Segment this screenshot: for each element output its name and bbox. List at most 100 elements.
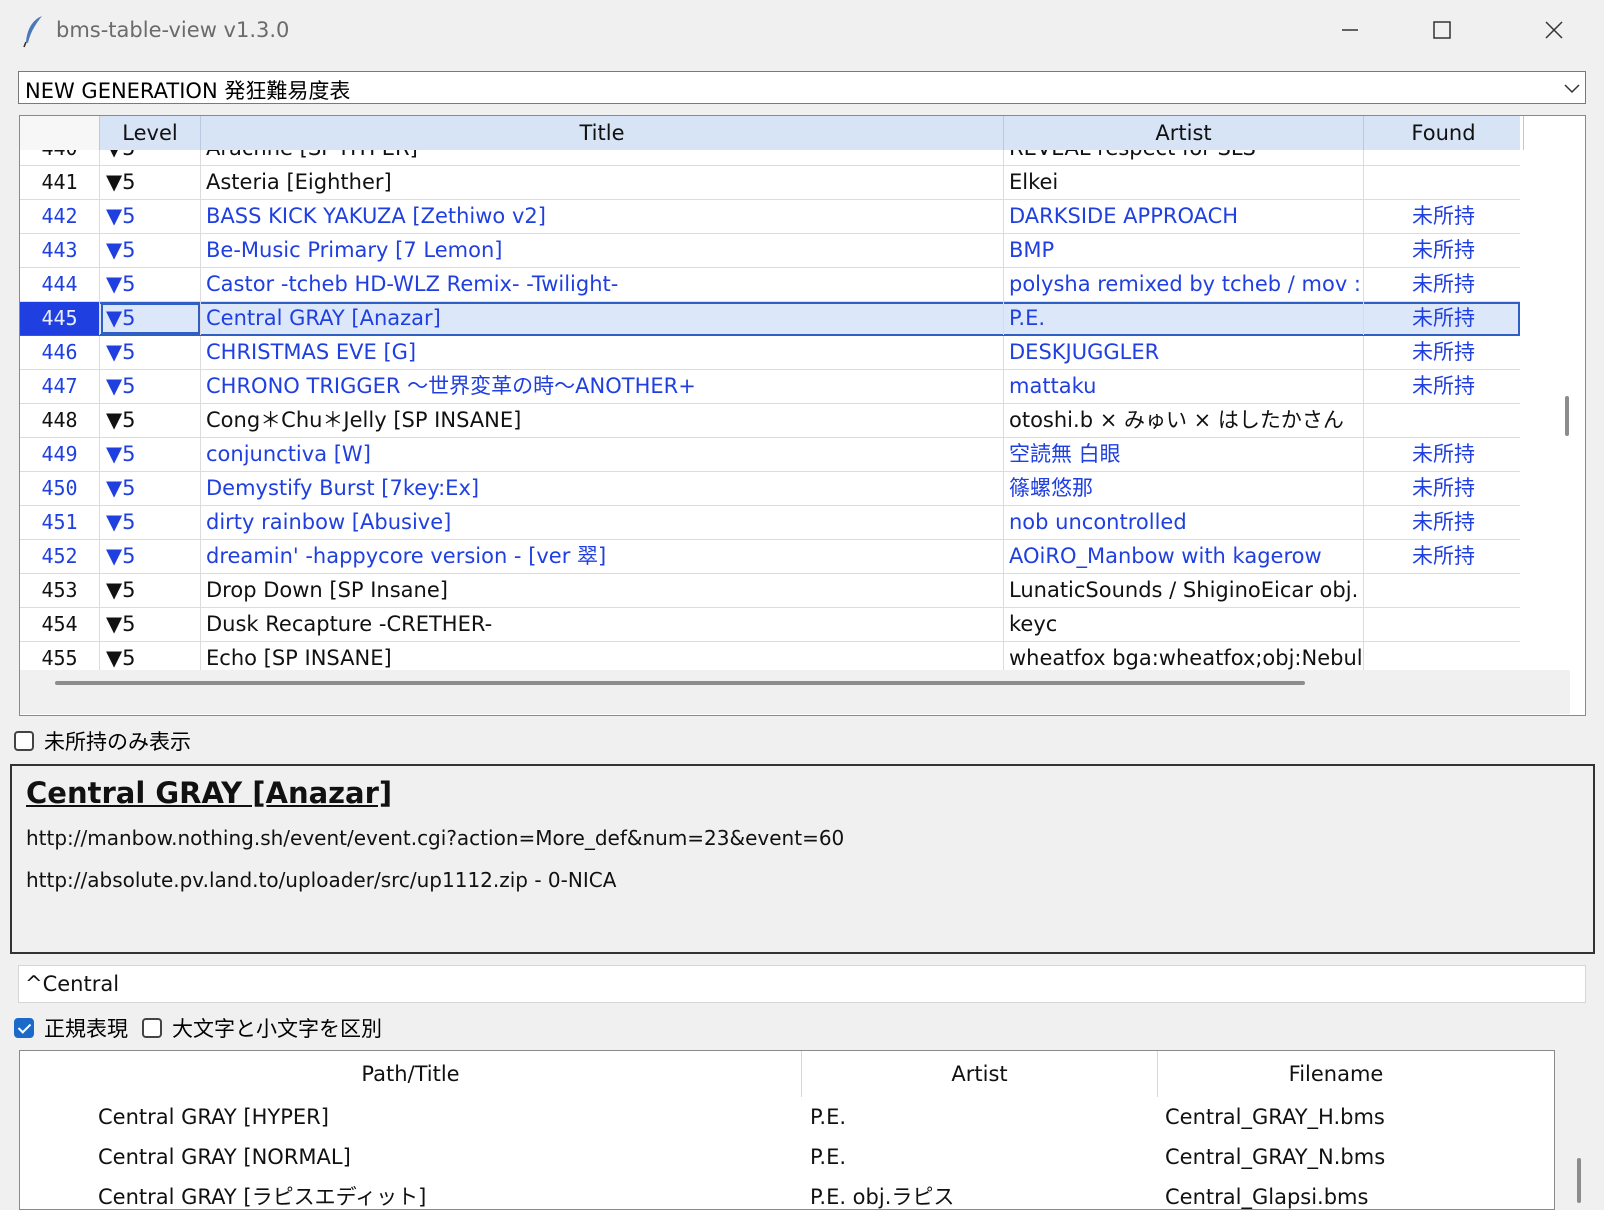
chevron-down-icon: [1563, 80, 1581, 100]
result-artist: P.E. obj.ラピス: [810, 1185, 955, 1209]
result-row[interactable]: Central GRAY [NORMAL] P.E. Central_GRAY_N.…: [20, 1137, 1554, 1177]
row-artist: BMP: [1004, 234, 1364, 267]
missing-only-option[interactable]: 未所持のみ表示: [14, 726, 191, 756]
detail-panel: Central GRAY [Anazar] http://manbow.noth…: [10, 764, 1595, 954]
table-row[interactable]: 453 ▼5 Drop Down [SP Insane] LunaticSounds …: [20, 574, 1520, 608]
table-row[interactable]: 447 ▼5 CHRONO TRIGGER ～世界変革の時～ANOTHER+ matt…: [20, 370, 1520, 404]
search-input[interactable]: [23, 971, 1577, 997]
row-artist: mattaku: [1004, 370, 1364, 403]
table-row[interactable]: 455 ▼5 Echo [SP INSANE] wheatfox bga:wheatf…: [20, 642, 1520, 670]
result-row[interactable]: Central GRAY [HYPER] P.E. Central_GRAY_H.b…: [20, 1097, 1554, 1137]
row-artist: AOiRO_Manbow with kagerow: [1004, 540, 1364, 573]
table-row[interactable]: 446 ▼5 CHRISTMAS EVE [G] DESKJUGGLER 未所持: [20, 336, 1520, 370]
row-artist: REVEAL respect for SLS: [1004, 150, 1364, 165]
close-button[interactable]: [1524, 10, 1584, 50]
result-row[interactable]: Central GRAY [ラピスエディット] P.E. obj.ラピス Centr…: [20, 1177, 1554, 1209]
row-artist: 空読無 白眼: [1004, 438, 1364, 471]
result-filename: Central_GRAY_H.bms: [1165, 1105, 1385, 1129]
column-header-found[interactable]: Found: [1364, 116, 1524, 150]
detail-link[interactable]: http://absolute.pv.land.to/uploader/src/…: [26, 868, 616, 892]
regex-checkbox[interactable]: [14, 1018, 34, 1038]
row-found: 未所持: [1364, 200, 1520, 233]
close-icon: [1545, 21, 1563, 39]
regex-label: 正規表現: [44, 1017, 128, 1041]
row-level: ▼5: [100, 150, 201, 165]
minimize-icon: [1342, 29, 1358, 31]
table-select-value: NEW GENERATION 発狂難易度表: [25, 79, 351, 103]
table-row[interactable]: 444 ▼5 Castor -tcheb HD-WLZ Remix- -Twilig…: [20, 268, 1520, 302]
maximize-button[interactable]: [1412, 10, 1472, 50]
search-options: 正規表現 大文字と小文字を区別: [14, 1013, 396, 1043]
case-sensitive-label: 大文字と小文字を区別: [172, 1017, 382, 1041]
row-level: ▼5: [100, 336, 201, 369]
minimize-button[interactable]: [1320, 10, 1380, 50]
results-table: Path/Title Artist Filename Central GRAY …: [19, 1050, 1555, 1210]
row-found: [1364, 166, 1520, 199]
row-artist: DARKSIDE APPROACH: [1004, 200, 1364, 233]
search-field[interactable]: [18, 965, 1586, 1003]
table-row[interactable]: 450 ▼5 Demystify Burst [7key:Ex] 篠螺悠那 未所持: [20, 472, 1520, 506]
missing-only-checkbox[interactable]: [14, 731, 34, 751]
row-title: dirty rainbow [Abusive]: [201, 506, 1004, 539]
row-title: Cong＊Chu＊Jelly [SP INSANE]: [201, 404, 1004, 437]
row-title: Dusk Recapture -CRETHER-: [201, 608, 1004, 641]
column-header-artist[interactable]: Artist: [802, 1051, 1158, 1097]
table-row[interactable]: 445 ▼5 Central GRAY [Anazar] P.E. 未所持: [20, 302, 1520, 336]
case-sensitive-checkbox[interactable]: [142, 1018, 162, 1038]
row-title: Drop Down [SP Insane]: [201, 574, 1004, 607]
row-number: 452: [20, 540, 100, 573]
row-number: 445: [20, 302, 100, 335]
row-found: 未所持: [1364, 234, 1520, 267]
table-row[interactable]: 452 ▼5 dreamin' -happycore version - [ver …: [20, 540, 1520, 574]
column-header-title[interactable]: Title: [201, 116, 1004, 150]
row-artist: polysha remixed by tcheb / mov :: [1004, 268, 1364, 301]
table-row[interactable]: 451 ▼5 dirty rainbow [Abusive] nob uncontro…: [20, 506, 1520, 540]
row-number: 442: [20, 200, 100, 233]
table-row[interactable]: 448 ▼5 Cong＊Chu＊Jelly [SP INSANE] otoshi.b …: [20, 404, 1520, 438]
missing-only-label: 未所持のみ表示: [44, 730, 191, 754]
row-title: BASS KICK YAKUZA [Zethiwo v2]: [201, 200, 1004, 233]
row-title: CHRISTMAS EVE [G]: [201, 336, 1004, 369]
results-vertical-scrollbar[interactable]: [1577, 1158, 1581, 1203]
result-artist: P.E.: [810, 1105, 847, 1129]
table-row[interactable]: 443 ▼5 Be-Music Primary [7 Lemon] BMP 未所持: [20, 234, 1520, 268]
result-filename: Central_GRAY_N.bms: [1165, 1145, 1386, 1169]
row-level: ▼5: [100, 472, 201, 505]
row-number: 455: [20, 642, 100, 670]
row-artist: Elkei: [1004, 166, 1364, 199]
table-row[interactable]: 441 ▼5 Asteria [Eighther] Elkei: [20, 166, 1520, 200]
row-found: [1364, 404, 1520, 437]
results-header: Path/Title Artist Filename: [20, 1051, 1554, 1097]
result-artist: P.E.: [810, 1145, 847, 1169]
horizontal-scrollbar-track: [20, 670, 1570, 714]
row-found: [1364, 150, 1520, 165]
maximize-icon: [1433, 21, 1451, 39]
result-title: Central GRAY [HYPER]: [98, 1105, 329, 1129]
row-title: Arachne [SP HYPER]: [201, 150, 1004, 165]
result-title: Central GRAY [ラピスエディット]: [98, 1185, 427, 1209]
song-table: Level Title Artist Found 440▼5Arachne [S…: [19, 115, 1586, 716]
table-row[interactable]: 442 ▼5 BASS KICK YAKUZA [Zethiwo v2] DARKSI…: [20, 200, 1520, 234]
row-artist: otoshi.b × みゅい × はしたかさん: [1004, 404, 1364, 437]
table-row[interactable]: 449 ▼5 conjunctiva [W] 空読無 白眼 未所持: [20, 438, 1520, 472]
vertical-scrollbar[interactable]: [1565, 396, 1569, 436]
row-number: 444: [20, 268, 100, 301]
result-title: Central GRAY [NORMAL]: [98, 1145, 351, 1169]
window-title: bms-table-view v1.3.0: [56, 18, 290, 42]
row-level: ▼5: [100, 574, 201, 607]
horizontal-scrollbar[interactable]: [55, 681, 1305, 685]
table-select[interactable]: NEW GENERATION 発狂難易度表: [18, 71, 1586, 104]
row-title: CHRONO TRIGGER ～世界変革の時～ANOTHER+: [201, 370, 1004, 403]
row-number: 450: [20, 472, 100, 505]
column-header-filename[interactable]: Filename: [1158, 1051, 1514, 1097]
table-row[interactable]: 454 ▼5 Dusk Recapture -CRETHER-keyc: [20, 608, 1520, 642]
table-row[interactable]: 440▼5Arachne [SP HYPER]REVEAL respect fo…: [20, 150, 1520, 166]
column-header-level[interactable]: Level: [100, 116, 201, 150]
column-header-path[interactable]: Path/Title: [20, 1051, 802, 1097]
row-found: 未所持: [1364, 302, 1520, 335]
detail-link[interactable]: http://manbow.nothing.sh/event/event.cgi…: [26, 826, 844, 850]
column-header-artist[interactable]: Artist: [1004, 116, 1364, 150]
row-number: 446: [20, 336, 100, 369]
feather-icon: [22, 14, 46, 48]
row-found: 未所持: [1364, 472, 1520, 505]
